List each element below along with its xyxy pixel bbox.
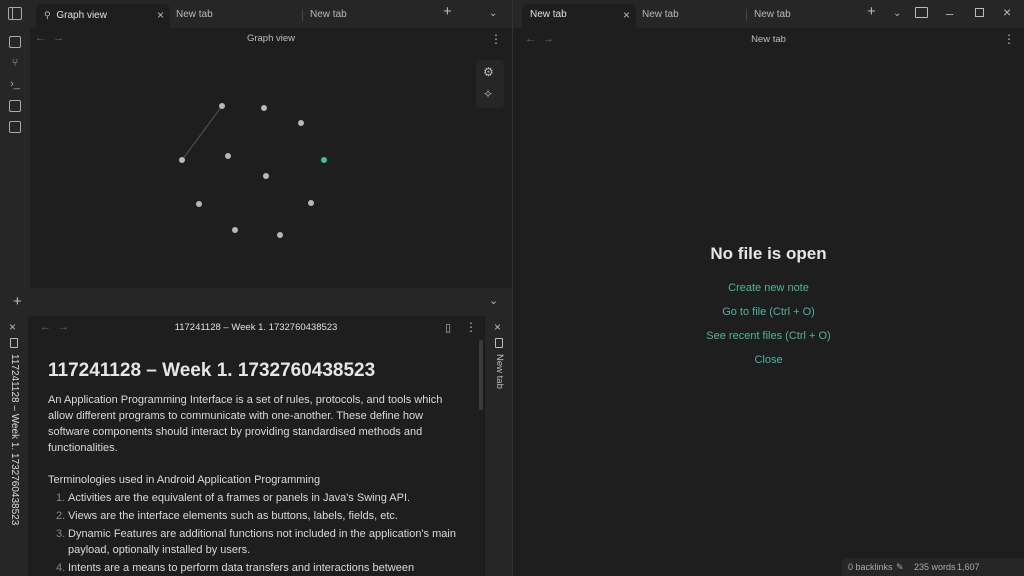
close-icon[interactable]: × [494, 320, 501, 334]
tab-graph-view[interactable]: ⚲ Graph view × [36, 4, 170, 28]
chevron-down-icon[interactable]: ⌄ [489, 294, 498, 307]
scrollbar[interactable] [479, 340, 483, 410]
list-item: 4. Intents are a means to perform data tr… [56, 562, 415, 574]
right-sidebar-toggle-icon[interactable] [915, 7, 928, 18]
note-header-title[interactable]: 117241128 – Week 1. 1732760438523 [28, 322, 484, 333]
new-tab-plus-icon[interactable]: + [443, 3, 452, 20]
tab-label: New tab [176, 9, 213, 20]
list-item: 1. Activities are the equivalent of a fra… [56, 492, 411, 504]
tab-label: New tab [310, 9, 347, 20]
tab-label: New tab [530, 9, 567, 20]
settings-gear-icon[interactable]: ⚙ [483, 65, 494, 79]
restore-icon[interactable] [975, 8, 984, 17]
command-palette-icon[interactable]: ›_ [9, 78, 21, 90]
vertical-tab-label[interactable]: 117241128 – Week 1. 1732760438523 [9, 354, 20, 525]
pane-title: New tab [751, 34, 786, 45]
graph-node[interactable] [196, 201, 202, 207]
tab-list-chevron-icon[interactable]: ⌄ [489, 8, 497, 19]
graph-node[interactable] [308, 200, 314, 206]
tab-label: Graph view [56, 10, 107, 21]
graph-node[interactable] [261, 105, 267, 111]
tab-new-right-3[interactable]: New tab [746, 4, 856, 28]
graph-pane[interactable]: ← → Graph view ⋮ ⚙ ✧ [30, 28, 512, 288]
graph-node[interactable] [225, 153, 231, 159]
minimize-icon[interactable]: – [946, 6, 953, 21]
note-heading: 117241128 – Week 1. 1732760438523 [48, 360, 376, 381]
close-icon[interactable]: × [623, 4, 630, 26]
tab-label: New tab [754, 9, 791, 20]
empty-state-title: No file is open [710, 244, 827, 263]
tab-label: New tab [642, 9, 679, 20]
graph-canvas[interactable] [30, 28, 512, 288]
templates-icon[interactable] [9, 100, 21, 112]
list-item: 2. Views are the interface elements such … [56, 510, 398, 522]
close-link[interactable]: Close [513, 353, 1024, 367]
graph-node[interactable] [277, 232, 283, 238]
character-count: 1,607 characters [957, 562, 980, 572]
left-ribbon: ⑂ ›_ [0, 28, 30, 288]
file-icon [10, 338, 18, 348]
window-close-icon[interactable]: × [1003, 4, 1011, 20]
tab-new-2[interactable]: New tab [302, 4, 432, 28]
pencil-icon[interactable]: ✎ [896, 558, 904, 576]
canvas-icon[interactable] [9, 121, 21, 133]
new-tab-plus-icon[interactable]: + [867, 3, 876, 20]
close-icon[interactable]: × [157, 4, 164, 26]
word-count: 235 words [914, 562, 956, 572]
open-quick-switcher-icon[interactable] [9, 36, 21, 48]
pane-split-bar: + ⌄ [0, 288, 512, 316]
vertical-tab-strip: × 117241128 – Week 1. 1732760438523 [0, 316, 28, 576]
tab-new-1[interactable]: New tab [168, 4, 300, 28]
graph-node[interactable] [263, 173, 269, 179]
magic-wand-icon[interactable]: ✧ [483, 87, 493, 101]
go-to-file-link[interactable]: Go to file (Ctrl + O) [513, 305, 1024, 319]
graph-node[interactable] [179, 157, 185, 163]
list-title: Terminologies used in Android Applicatio… [48, 474, 321, 486]
right-pane: ← → New tab ⋮ No file is open Create new… [513, 28, 1024, 576]
tab-list-chevron-icon[interactable]: ⌄ [893, 8, 901, 19]
tab-new-right-2[interactable]: New tab [634, 4, 746, 28]
create-new-note-link[interactable]: Create new note [513, 281, 1024, 295]
note-pane[interactable]: ← → 117241128 – Week 1. 1732760438523 ▯ … [28, 316, 484, 576]
backlinks-count[interactable]: 0 backlinks [848, 558, 893, 576]
tab-new-right-active[interactable]: New tab × [522, 4, 636, 28]
close-icon[interactable]: × [9, 320, 16, 334]
note-paragraph: An Application Programming Interface is … [48, 394, 443, 454]
file-icon [495, 338, 503, 348]
graph-controls: ⚙ ✧ [476, 60, 504, 108]
graph-node[interactable] [219, 103, 225, 109]
status-bar: 0 backlinks ✎ 235 words 1,607 characters [842, 558, 1024, 576]
new-tab-plus-icon[interactable]: + [13, 293, 22, 310]
list-item: 3. Dynamic Features are additional functi… [56, 528, 456, 556]
more-options-icon[interactable]: ⋮ [465, 320, 477, 334]
graph-edge [181, 105, 223, 161]
more-options-icon[interactable]: ⋮ [1003, 32, 1015, 46]
graph-node-active[interactable] [321, 157, 327, 163]
sidebar-toggle-icon[interactable] [8, 7, 22, 20]
graph-icon: ⚲ [44, 10, 51, 20]
graph-node[interactable] [232, 227, 238, 233]
graph-node[interactable] [298, 120, 304, 126]
vertical-tab-label[interactable]: New tab [494, 354, 505, 389]
reading-view-book-icon[interactable]: ▯ [445, 321, 451, 334]
right-vertical-tab-strip: × New tab [484, 316, 512, 576]
numbered-list: 1. Activities are the equivalent of a fra… [48, 490, 458, 576]
note-content[interactable]: 117241128 – Week 1. 1732760438523 An App… [48, 360, 458, 576]
empty-state: No file is open Create new note Go to fi… [513, 244, 1024, 377]
graph-view-icon[interactable]: ⑂ [9, 57, 21, 69]
see-recent-files-link[interactable]: See recent files (Ctrl + O) [513, 329, 1024, 343]
